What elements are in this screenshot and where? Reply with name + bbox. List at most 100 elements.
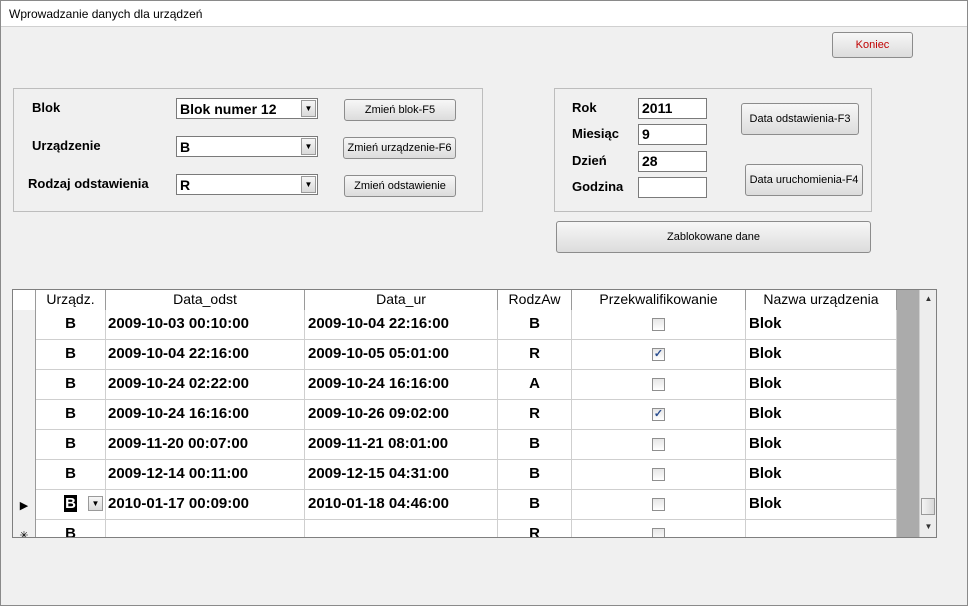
miesiac-input[interactable]: 9 — [638, 124, 707, 145]
cell-rodzaw[interactable]: R — [498, 340, 572, 370]
cell-nazwa[interactable]: Blok — [746, 310, 897, 340]
table-row[interactable]: B 2009-11-20 00:07:00 2009-11-21 08:01:00 B… — [13, 430, 897, 460]
scroll-thumb[interactable] — [921, 498, 935, 515]
przekwalifikowanie-checkbox[interactable] — [652, 318, 665, 331]
cell-przekw[interactable] — [572, 520, 746, 537]
row-selector[interactable] — [13, 460, 36, 490]
cell-rodzaw[interactable]: A — [498, 370, 572, 400]
cell-nazwa[interactable]: Blok — [746, 490, 897, 520]
cell-rodzaw[interactable]: R — [498, 520, 572, 537]
cell-urzadz[interactable]: B — [36, 310, 106, 340]
scroll-down-icon[interactable]: ▼ — [920, 518, 936, 535]
header-nazwa[interactable]: Nazwa urządzenia — [746, 290, 897, 310]
przekwalifikowanie-checkbox[interactable] — [652, 498, 665, 511]
cell-przekw[interactable]: ✓ — [572, 400, 746, 430]
cell-data-ur[interactable]: 2010-01-18 04:46:00 — [305, 490, 498, 520]
cell-data-odst[interactable] — [106, 520, 305, 537]
cell-data-ur[interactable]: 2009-10-26 09:02:00 — [305, 400, 498, 430]
cell-data-odst[interactable]: 2009-10-04 22:16:00 — [106, 340, 305, 370]
cell-nazwa[interactable]: Blok — [746, 400, 897, 430]
row-selector[interactable] — [13, 400, 36, 430]
rok-input[interactable]: 2011 — [638, 98, 707, 119]
cell-urzadz[interactable]: B — [36, 460, 106, 490]
cell-data-ur[interactable] — [305, 520, 498, 537]
data-uruchomienia-button[interactable]: Data uruchomienia-F4 — [745, 164, 863, 196]
cell-urzadz[interactable]: B ▼ — [36, 490, 106, 520]
przekwalifikowanie-checkbox[interactable] — [652, 438, 665, 451]
header-data-odst[interactable]: Data_odst — [106, 290, 305, 310]
cell-data-odst[interactable]: 2009-10-03 00:10:00 — [106, 310, 305, 340]
cell-rodzaw[interactable]: B — [498, 460, 572, 490]
cell-rodzaw[interactable]: B — [498, 430, 572, 460]
cell-data-odst[interactable]: 2009-12-14 00:11:00 — [106, 460, 305, 490]
cell-rodzaw[interactable]: R — [498, 400, 572, 430]
cell-nazwa[interactable]: Blok — [746, 430, 897, 460]
cell-urzadz[interactable]: B — [36, 400, 106, 430]
cell-data-ur[interactable]: 2009-11-21 08:01:00 — [305, 430, 498, 460]
zmien-blok-button[interactable]: Zmień blok-F5 — [344, 99, 456, 121]
przekwalifikowanie-checkbox[interactable] — [652, 468, 665, 481]
zmien-urzadzenie-button[interactable]: Zmień urządzenie-F6 — [343, 137, 456, 159]
cell-data-ur[interactable]: 2009-10-24 16:16:00 — [305, 370, 498, 400]
cell-nazwa[interactable]: Blok — [746, 340, 897, 370]
table-row[interactable]: B 2009-10-24 02:22:00 2009-10-24 16:16:00 A… — [13, 370, 897, 400]
table-row[interactable]: B 2009-10-04 22:16:00 2009-10-05 05:01:00 R… — [13, 340, 897, 370]
cell-data-odst[interactable]: 2009-10-24 16:16:00 — [106, 400, 305, 430]
cell-przekw[interactable] — [572, 310, 746, 340]
urzadzenie-combo[interactable]: B ▼ — [176, 136, 318, 157]
dzien-input[interactable]: 28 — [638, 151, 707, 172]
header-data-ur[interactable]: Data_ur — [305, 290, 498, 310]
cell-przekw[interactable] — [572, 460, 746, 490]
cell-rodzaw[interactable]: B — [498, 490, 572, 520]
cell-data-odst[interactable]: 2009-11-20 00:07:00 — [106, 430, 305, 460]
cell-przekw[interactable]: ✓ — [572, 340, 746, 370]
header-przekwalifikowanie[interactable]: Przekwalifikowanie — [572, 290, 746, 310]
cell-data-odst[interactable]: 2009-10-24 02:22:00 — [106, 370, 305, 400]
row-selector[interactable] — [13, 430, 36, 460]
current-row-icon[interactable]: ▶ — [13, 490, 36, 520]
table-row[interactable]: ▶ B ▼ 2010-01-17 00:09:00 2010-01-18 04:46:0… — [13, 490, 897, 520]
przekwalifikowanie-checkbox[interactable] — [652, 528, 665, 537]
scroll-up-icon[interactable]: ▲ — [920, 290, 936, 307]
row-selector[interactable] — [13, 340, 36, 370]
koniec-button[interactable]: Koniec — [832, 32, 913, 58]
table-row[interactable]: B 2009-10-24 16:16:00 2009-10-26 09:02:00 R… — [13, 400, 897, 430]
cell-urzadz[interactable]: B — [36, 340, 106, 370]
przekwalifikowanie-checkbox[interactable] — [652, 378, 665, 391]
cell-data-odst[interactable]: 2010-01-17 00:09:00 — [106, 490, 305, 520]
przekwalifikowanie-checkbox[interactable]: ✓ — [652, 408, 665, 421]
cell-przekw[interactable] — [572, 370, 746, 400]
header-rodzaw[interactable]: RodzAw — [498, 290, 572, 310]
chevron-down-icon[interactable]: ▼ — [301, 138, 316, 155]
row-selector[interactable] — [13, 310, 36, 340]
header-urzadz[interactable]: Urządz. — [36, 290, 106, 310]
cell-nazwa[interactable] — [746, 520, 897, 537]
przekwalifikowanie-checkbox[interactable]: ✓ — [652, 348, 665, 361]
cell-data-ur[interactable]: 2009-10-05 05:01:00 — [305, 340, 498, 370]
zmien-odstawienie-button[interactable]: Zmień odstawienie — [344, 175, 456, 197]
cell-urzadz[interactable]: B — [36, 370, 106, 400]
chevron-down-icon[interactable]: ▼ — [88, 496, 103, 511]
table-row[interactable]: B 2009-10-03 00:10:00 2009-10-04 22:16:00 B… — [13, 310, 897, 340]
cell-przekw[interactable] — [572, 430, 746, 460]
data-odstawienia-button[interactable]: Data odstawienia-F3 — [741, 103, 859, 135]
new-row-icon[interactable]: ✳ — [13, 520, 36, 537]
cell-nazwa[interactable]: Blok — [746, 460, 897, 490]
blok-combo[interactable]: Blok numer 12 ▼ — [176, 98, 318, 119]
row-selector[interactable] — [13, 370, 36, 400]
chevron-down-icon[interactable]: ▼ — [301, 100, 316, 117]
cell-data-ur[interactable]: 2009-12-15 04:31:00 — [305, 460, 498, 490]
cell-rodzaw[interactable]: B — [498, 310, 572, 340]
godzina-input[interactable] — [638, 177, 707, 198]
data-grid[interactable]: Urządz. Data_odst Data_ur RodzAw Przekwa… — [12, 289, 937, 538]
cell-urzadz[interactable]: B — [36, 430, 106, 460]
new-table-row[interactable]: ✳ B R — [13, 520, 897, 537]
cell-nazwa[interactable]: Blok — [746, 370, 897, 400]
cell-data-ur[interactable]: 2009-10-04 22:16:00 — [305, 310, 498, 340]
cell-urzadz[interactable]: B — [36, 520, 106, 537]
zablokowane-dane-button[interactable]: Zablokowane dane — [556, 221, 871, 253]
chevron-down-icon[interactable]: ▼ — [301, 176, 316, 193]
cell-przekw[interactable] — [572, 490, 746, 520]
rodzaj-combo[interactable]: R ▼ — [176, 174, 318, 195]
grid-scrollbar[interactable]: ▲ ▼ — [919, 290, 936, 537]
